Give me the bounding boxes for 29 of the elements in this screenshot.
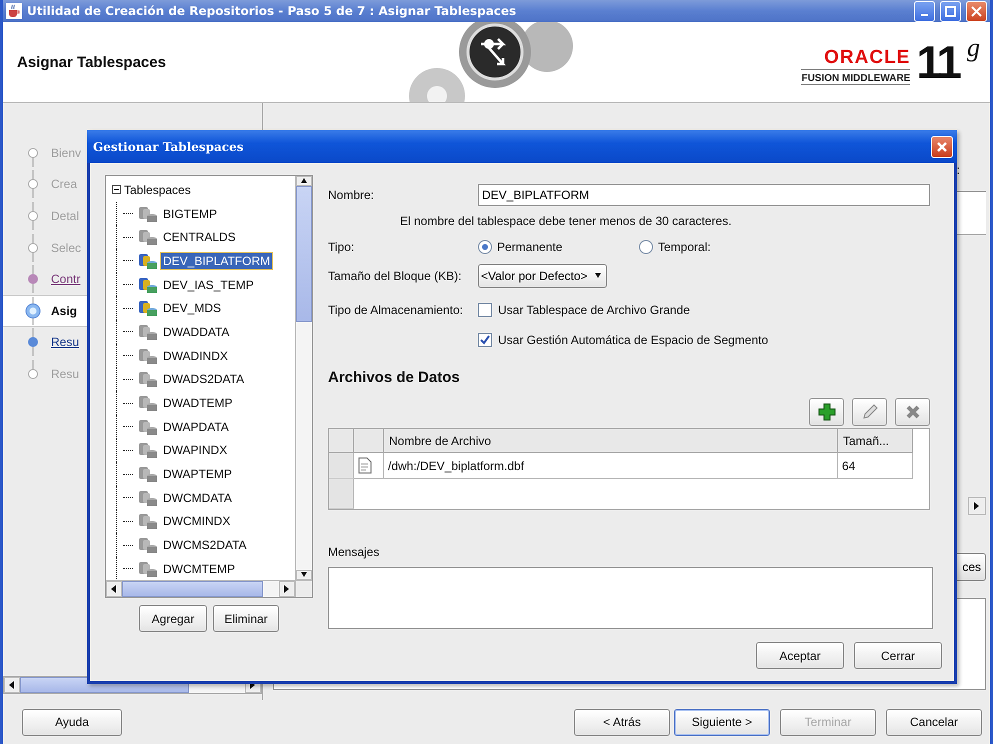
step-label: Crea xyxy=(51,177,78,192)
field-label: Tipo de Almacenamiento: xyxy=(328,303,464,317)
page-title: Asignar Tablespaces xyxy=(17,54,167,70)
field-label: Tamaño del Bloque (KB): xyxy=(328,269,462,283)
logo-version-suffix: g xyxy=(967,33,980,63)
instruction-text: : xyxy=(956,163,960,177)
step-label: Asig xyxy=(51,304,78,318)
step-label: Selec xyxy=(51,240,82,255)
field-label: Nombre: xyxy=(328,188,376,202)
logo-product-name: FUSION MIDDLEWARE xyxy=(801,69,910,84)
field-label: Tipo: xyxy=(328,240,356,254)
step-label: Detal xyxy=(51,208,80,223)
option-label: Temporal: xyxy=(658,240,711,254)
checkbox-label: Usar Tablespace de Archivo Grande xyxy=(498,303,690,317)
dialog-title: Gestionar Tablespaces xyxy=(93,140,245,154)
hint-text: El nombre del tablespace debe tener menos de 30 caracteres. xyxy=(399,214,732,228)
option-label: Permanente xyxy=(497,240,562,254)
step-label: Bienv xyxy=(51,146,82,160)
table-cell: 64 xyxy=(838,453,913,479)
table-cell: /dwh:/DEV_biplatform.dbf xyxy=(384,453,838,479)
step-label: Contr xyxy=(51,272,80,286)
step-label: Resu xyxy=(51,366,80,381)
section-heading: Archivos de Datos xyxy=(328,369,461,386)
step-label: Resu xyxy=(51,335,80,350)
checkbox-label: Usar Gestión Automática de Espacio de Segmento xyxy=(498,333,768,347)
field-label: Mensajes xyxy=(328,545,380,559)
logo-wordmark: ORACLE xyxy=(824,47,910,69)
window-title: Utilidad de Creación de Repositorios - Paso 5 de 7 : Asignar Tablespaces xyxy=(27,4,518,18)
logo-version: 11 xyxy=(916,39,959,85)
